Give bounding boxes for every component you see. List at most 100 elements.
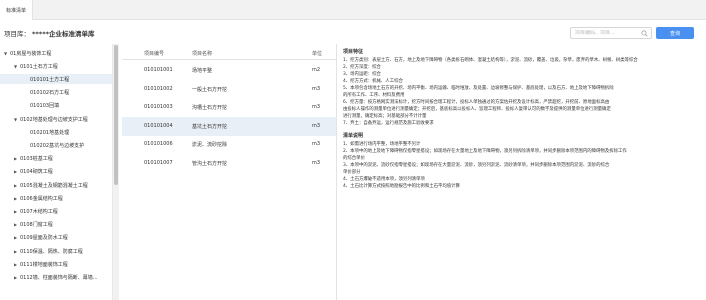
tree-item-label: 0104砌筑工程 xyxy=(20,169,53,176)
header-unit: 单位 xyxy=(312,51,323,57)
tree-item[interactable]: 010201地基处理 xyxy=(0,127,112,137)
tree-item[interactable]: ▼ 0102地基处理与边坡支护工程 xyxy=(0,114,112,124)
table-row[interactable]: 010101001 场地平整 m2 xyxy=(122,61,336,80)
table-row[interactable]: 010101002 一般土石方开挖 m3 xyxy=(122,80,336,99)
cell-name: 基坑土石方开挖 xyxy=(192,123,228,130)
table-header: 项目编号 项目名称 单位 xyxy=(122,44,336,60)
cell-unit: m3 xyxy=(312,104,321,110)
detail-line: 6、挖方量：按方格网实测法标计，挖方时间按合理工程计，投标人单独通过的方案估开挖… xyxy=(343,100,610,105)
tree-item[interactable]: ▶ 0108门窗工程 xyxy=(0,220,112,230)
detail-panel: 项目特征 1、挖方类别：表层土方、石方，地上及地下障碍物（各类拆石砌体、混凝土结… xyxy=(336,44,706,300)
tree-item-label: 0101土石方工程 xyxy=(20,63,58,70)
tree-item[interactable]: ▶ 0109屋面及防水工程 xyxy=(0,233,112,243)
tree-item-label: 0107木结构工程 xyxy=(20,208,58,215)
tree-item-label: 010201地基处理 xyxy=(30,129,70,136)
detail-line: 4、挖方方式：机械、人工综合 xyxy=(343,79,403,84)
table-row[interactable]: 010101006 淤泥、流砂挖除 m3 xyxy=(122,135,336,154)
tree-item[interactable]: ▶ 0105混凝土及钢筋混凝土工程 xyxy=(0,180,112,190)
scrollbar-thumb[interactable] xyxy=(114,45,118,185)
cell-unit: m3 xyxy=(312,141,321,147)
detail-line: 7、弃土：自备弃运，运行规范及施工验收要求 xyxy=(343,121,434,126)
detail-line: 5、本项包含场地土石方的开挖、场内平衡、场内运输、临时堆放，及处置、边坡修整与保… xyxy=(343,86,614,91)
tree-item[interactable]: ▶ 0112墙、柱面装饰与隔断、幕墙... xyxy=(0,272,112,282)
category-tree: ▼ 01房屋与装饰工程 ▼ 0101土石方工程 010101土方工程 010102石方工程… xyxy=(0,44,113,300)
query-button[interactable]: 查询 xyxy=(656,27,694,39)
detail-line: 进行测量，确定标高；对基础部分不计计量 xyxy=(343,114,427,119)
header-name: 项目名称 xyxy=(192,51,213,57)
item-table: 项目编号 项目名称 单位 010101001 场地平整 m2 010101002 一般土… xyxy=(122,44,336,300)
cell-code: 010101003 xyxy=(144,104,173,110)
tree-item-label: 0103桩基工程 xyxy=(20,156,53,163)
detail-line: 1、如需进行场内平整，场地平整不另计 xyxy=(343,142,421,147)
tree-item[interactable]: ▶ 0110保温、隔热、防腐工程 xyxy=(0,246,112,256)
tree-item[interactable]: ▼ 0101土石方工程 xyxy=(0,61,112,71)
detail-line: 的综合单价 xyxy=(343,156,365,161)
detail-line: 2、挖方深度：综合 xyxy=(343,65,381,70)
table-row[interactable]: 010101007 管沟土石方开挖 m3 xyxy=(122,154,336,173)
detail-line: 4、土石方爆破不适用本项，须另列清单项 xyxy=(343,177,425,182)
header-code: 项目编号 xyxy=(144,51,165,57)
table-row[interactable]: 010101003 沟槽土石方开挖 m3 xyxy=(122,98,336,117)
tree-item[interactable]: ▶ 0111楼地面装饰工程 xyxy=(0,259,112,269)
tree-item[interactable]: 010101土方工程 xyxy=(0,74,112,85)
cell-code: 010101002 xyxy=(144,85,173,92)
detail-line: 4、土石比计算方式按照地勘报告中的比例和土石平均值计算 xyxy=(343,184,460,189)
cell-code: 010101001 xyxy=(144,67,173,73)
cell-unit: m3 xyxy=(312,159,321,166)
tab-label: 标准清单 xyxy=(5,7,26,14)
tree-item-label: 0110保温、隔热、防腐工程 xyxy=(20,248,83,255)
cell-name: 管沟土石方开挖 xyxy=(192,160,228,167)
tree-item-label: 0102地基处理与边坡支护工程 xyxy=(20,116,88,123)
cell-name: 一般土石方开挖 xyxy=(192,86,228,93)
tree-item[interactable]: 010102石方工程 xyxy=(0,88,112,98)
tree-item[interactable]: 010202基坑与边坡支护 xyxy=(0,140,112,150)
library-label: 项目库： xyxy=(4,30,30,38)
cell-name: 沟槽土石方开挖 xyxy=(192,105,228,111)
tree-item[interactable]: ▶ 0107木结构工程 xyxy=(0,206,112,216)
cell-unit: m3 xyxy=(312,85,321,92)
library-selector: 项目库： *****企业标准清单库 xyxy=(4,28,95,38)
tree-item[interactable]: ▼ 01房屋与装饰工程 xyxy=(0,48,112,58)
tree-item-label: 0111楼地面装饰工程 xyxy=(20,261,68,268)
tab-bar: 标准清单 xyxy=(0,0,706,20)
detail-line: 3、场内运距：综合 xyxy=(343,72,381,77)
detail-line: 单价部分 xyxy=(343,170,361,175)
rule-title: 清单说明 xyxy=(343,133,364,139)
tree-item-label: 0106金属结构工程 xyxy=(20,195,63,202)
tree-item[interactable]: 010103回填 xyxy=(0,101,112,111)
table-row[interactable]: 010101004 基坑土石方开挖 m3 xyxy=(122,116,336,136)
detail-line: 由投标人操作的测量单位进行测量确定；开挖后，基底标高以投标人、监理工程师、投标人… xyxy=(343,107,611,112)
cell-unit: m2 xyxy=(312,67,321,73)
tree-item-label: 010101土方工程 xyxy=(30,76,70,83)
cell-name: 淤泥、流砂挖除 xyxy=(192,142,228,148)
cell-unit: m3 xyxy=(312,122,321,129)
detail-line: 的所有工作、工序、材料及费用 xyxy=(343,93,405,98)
tree-item[interactable]: ▶ 0106金属结构工程 xyxy=(0,193,112,203)
cell-code: 010101004 xyxy=(144,122,173,129)
tree-item-label: 01房屋与装饰工程 xyxy=(10,50,52,57)
feature-text: 1、挖方类别：表层土方、石方，地上及地下障碍物（各类拆石砌体、混凝土结构等），淤… xyxy=(343,57,700,127)
tree-item-label: 0108门窗工程 xyxy=(20,222,53,229)
detail-line: 2、本项中的地上及地下障碍物仅指零星搭设；如现场存在大量地上及地下障碍物，须另列… xyxy=(343,149,627,154)
tree-item-label: 010102石方工程 xyxy=(30,90,70,97)
rule-text: 1、如需进行场内平整，场地平整不另计 2、本项中的地上及地下障碍物仅指零星搭设；如… xyxy=(343,141,700,190)
tree-item-label: 010103回填 xyxy=(30,103,60,110)
tree-item-label: 010202基坑与边坡支护 xyxy=(30,142,85,149)
detail-line: 1、挖方类别：表层土方、石方，地上及地下障碍物（各类拆石砌体、混凝土结构等），淤… xyxy=(343,58,638,63)
tab-standard-list[interactable]: 标准清单 xyxy=(0,0,33,20)
tree-item-label: 0109屋面及防水工程 xyxy=(20,235,68,242)
cell-code: 010101007 xyxy=(144,159,173,166)
tree-item[interactable]: ▶ 0104砌筑工程 xyxy=(0,167,112,177)
tree-item[interactable]: ▶ 0103桩基工程 xyxy=(0,154,112,164)
search-box xyxy=(570,27,652,39)
tree-item-label: 0105混凝土及钢筋混凝土工程 xyxy=(20,182,88,189)
tree-item-label: 0112墙、柱面装饰与隔断、幕墙... xyxy=(20,274,98,281)
cell-code: 010101006 xyxy=(144,141,173,147)
feature-title: 项目特征 xyxy=(343,49,364,55)
cell-name: 场地平整 xyxy=(192,68,213,74)
search-input[interactable] xyxy=(575,30,639,36)
detail-line: 3、本项中的淤泥、流砂仅指零星搭设；如现场存在大量淤泥、流砂，须另列淤泥、流砂清… xyxy=(343,163,610,168)
tree-scrollbar[interactable] xyxy=(113,44,119,300)
search-icon[interactable] xyxy=(641,30,648,37)
library-name[interactable]: *****企业标准清单库 xyxy=(32,28,95,38)
